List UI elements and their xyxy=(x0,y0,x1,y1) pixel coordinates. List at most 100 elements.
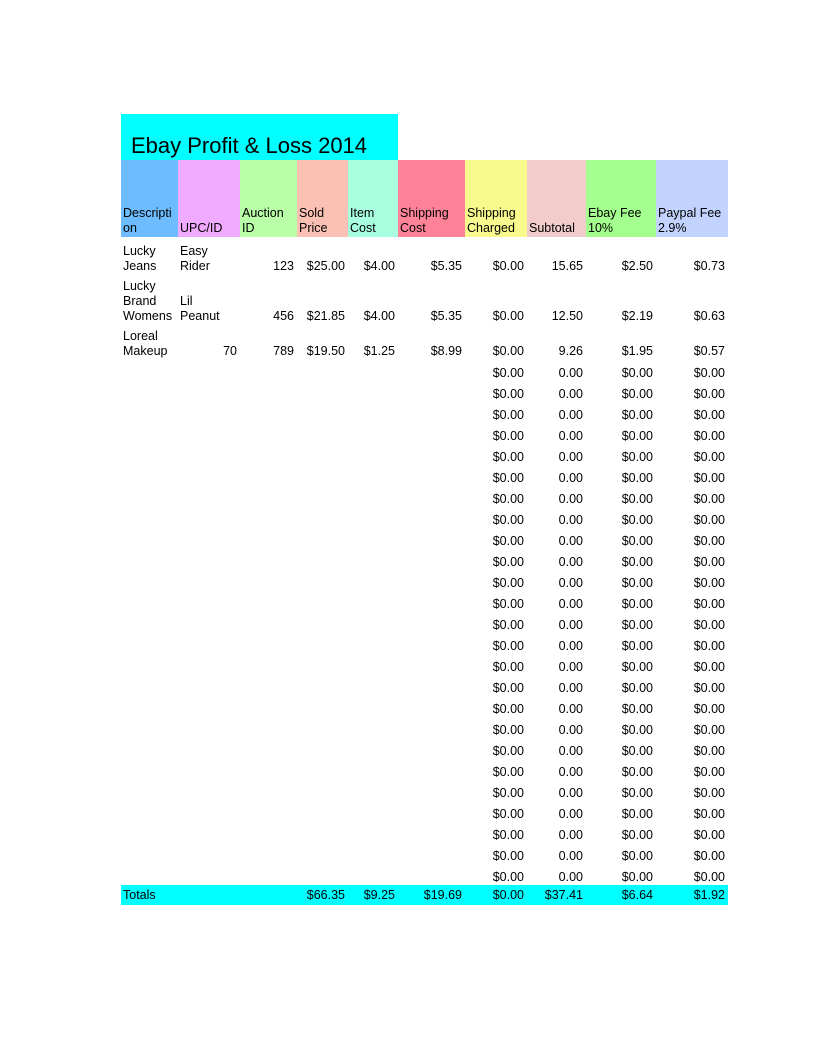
header-shipping-charged[interactable]: Shipping Charged xyxy=(465,160,527,237)
cell-shipping-charged[interactable]: $0.00 xyxy=(465,864,527,885)
cell-upc-id[interactable] xyxy=(178,423,240,444)
cell-sold-price[interactable] xyxy=(297,423,348,444)
cell-item-cost[interactable] xyxy=(348,843,398,864)
cell-subtotal[interactable]: 0.00 xyxy=(527,381,586,402)
header-subtotal[interactable]: Subtotal xyxy=(527,160,586,237)
cell-description[interactable] xyxy=(121,612,178,633)
cell-item-cost[interactable] xyxy=(348,654,398,675)
cell-paypal-fee[interactable]: $0.00 xyxy=(656,864,728,885)
cell-description[interactable] xyxy=(121,486,178,507)
cell-shipping-charged[interactable]: $0.00 xyxy=(465,633,527,654)
cell-sold-price[interactable] xyxy=(297,822,348,843)
cell-paypal-fee[interactable]: $0.00 xyxy=(656,633,728,654)
cell-sold-price[interactable] xyxy=(297,465,348,486)
cell-ebay-fee[interactable]: $0.00 xyxy=(586,507,656,528)
cell-item-cost[interactable] xyxy=(348,486,398,507)
cell-ebay-fee[interactable]: $0.00 xyxy=(586,801,656,822)
cell-auction-id[interactable] xyxy=(240,780,297,801)
cell-shipping-cost[interactable] xyxy=(398,654,465,675)
cell-description[interactable] xyxy=(121,549,178,570)
cell-auction-id[interactable] xyxy=(240,528,297,549)
cell-paypal-fee[interactable]: $0.57 xyxy=(656,326,728,360)
cell-ebay-fee[interactable]: $0.00 xyxy=(586,822,656,843)
cell-shipping-cost[interactable]: $5.35 xyxy=(398,237,465,276)
cell-shipping-cost[interactable] xyxy=(398,528,465,549)
cell-shipping-cost[interactable] xyxy=(398,444,465,465)
cell-shipping-charged[interactable]: $0.00 xyxy=(465,237,527,276)
cell-ebay-fee[interactable]: $0.00 xyxy=(586,528,656,549)
cell-item-cost[interactable] xyxy=(348,780,398,801)
cell-ebay-fee[interactable]: $2.19 xyxy=(586,276,656,326)
cell-shipping-cost[interactable] xyxy=(398,465,465,486)
cell-shipping-cost[interactable] xyxy=(398,696,465,717)
cell-paypal-fee[interactable]: $0.00 xyxy=(656,360,728,381)
cell-shipping-charged[interactable]: $0.00 xyxy=(465,276,527,326)
cell-shipping-cost[interactable] xyxy=(398,738,465,759)
cell-upc-id[interactable]: Lil Peanut xyxy=(178,276,240,326)
cell-auction-id[interactable] xyxy=(240,381,297,402)
cell-sold-price[interactable] xyxy=(297,633,348,654)
cell-upc-id[interactable] xyxy=(178,696,240,717)
cell-subtotal[interactable]: 0.00 xyxy=(527,654,586,675)
cell-subtotal[interactable]: 0.00 xyxy=(527,675,586,696)
cell-paypal-fee[interactable]: $0.00 xyxy=(656,780,728,801)
cell-description[interactable] xyxy=(121,801,178,822)
cell-description[interactable] xyxy=(121,738,178,759)
cell-shipping-cost[interactable] xyxy=(398,780,465,801)
cell-paypal-fee[interactable]: $0.00 xyxy=(656,759,728,780)
cell-ebay-fee[interactable]: $0.00 xyxy=(586,612,656,633)
cell-upc-id[interactable] xyxy=(178,528,240,549)
cell-upc-id[interactable] xyxy=(178,780,240,801)
cell-sold-price[interactable]: $21.85 xyxy=(297,276,348,326)
cell-paypal-fee[interactable]: $0.00 xyxy=(656,738,728,759)
cell-description[interactable] xyxy=(121,780,178,801)
cell-sold-price[interactable] xyxy=(297,528,348,549)
cell-sold-price[interactable] xyxy=(297,549,348,570)
cell-upc-id[interactable] xyxy=(178,654,240,675)
cell-ebay-fee[interactable]: $0.00 xyxy=(586,444,656,465)
cell-upc-id[interactable] xyxy=(178,843,240,864)
cell-shipping-charged[interactable]: $0.00 xyxy=(465,507,527,528)
cell-shipping-charged[interactable]: $0.00 xyxy=(465,717,527,738)
cell-ebay-fee[interactable]: $0.00 xyxy=(586,759,656,780)
cell-auction-id[interactable] xyxy=(240,591,297,612)
cell-shipping-cost[interactable]: $5.35 xyxy=(398,276,465,326)
cell-shipping-cost[interactable] xyxy=(398,360,465,381)
cell-paypal-fee[interactable]: $0.00 xyxy=(656,465,728,486)
cell-description[interactable] xyxy=(121,507,178,528)
totals-item-cost[interactable]: $9.25 xyxy=(348,885,398,905)
cell-upc-id[interactable] xyxy=(178,633,240,654)
cell-item-cost[interactable] xyxy=(348,402,398,423)
cell-shipping-charged[interactable]: $0.00 xyxy=(465,360,527,381)
cell-sold-price[interactable] xyxy=(297,780,348,801)
cell-auction-id[interactable] xyxy=(240,612,297,633)
cell-auction-id[interactable] xyxy=(240,549,297,570)
cell-sold-price[interactable] xyxy=(297,654,348,675)
cell-item-cost[interactable] xyxy=(348,528,398,549)
cell-paypal-fee[interactable]: $0.00 xyxy=(656,507,728,528)
cell-subtotal[interactable]: 0.00 xyxy=(527,843,586,864)
cell-sold-price[interactable] xyxy=(297,444,348,465)
cell-auction-id[interactable] xyxy=(240,738,297,759)
cell-upc-id[interactable]: 70 xyxy=(178,326,240,360)
cell-item-cost[interactable] xyxy=(348,423,398,444)
cell-shipping-charged[interactable]: $0.00 xyxy=(465,843,527,864)
cell-paypal-fee[interactable]: $0.00 xyxy=(656,612,728,633)
cell-subtotal[interactable]: 0.00 xyxy=(527,864,586,885)
cell-ebay-fee[interactable]: $0.00 xyxy=(586,591,656,612)
cell-shipping-charged[interactable]: $0.00 xyxy=(465,549,527,570)
cell-auction-id[interactable] xyxy=(240,570,297,591)
cell-ebay-fee[interactable]: $0.00 xyxy=(586,864,656,885)
cell-item-cost[interactable] xyxy=(348,801,398,822)
cell-shipping-cost[interactable] xyxy=(398,381,465,402)
cell-sold-price[interactable] xyxy=(297,675,348,696)
cell-upc-id[interactable] xyxy=(178,864,240,885)
cell-item-cost[interactable] xyxy=(348,675,398,696)
cell-item-cost[interactable] xyxy=(348,507,398,528)
cell-item-cost[interactable] xyxy=(348,759,398,780)
cell-shipping-charged[interactable]: $0.00 xyxy=(465,738,527,759)
cell-description[interactable] xyxy=(121,759,178,780)
cell-shipping-charged[interactable]: $0.00 xyxy=(465,381,527,402)
cell-auction-id[interactable] xyxy=(240,717,297,738)
cell-item-cost[interactable] xyxy=(348,864,398,885)
